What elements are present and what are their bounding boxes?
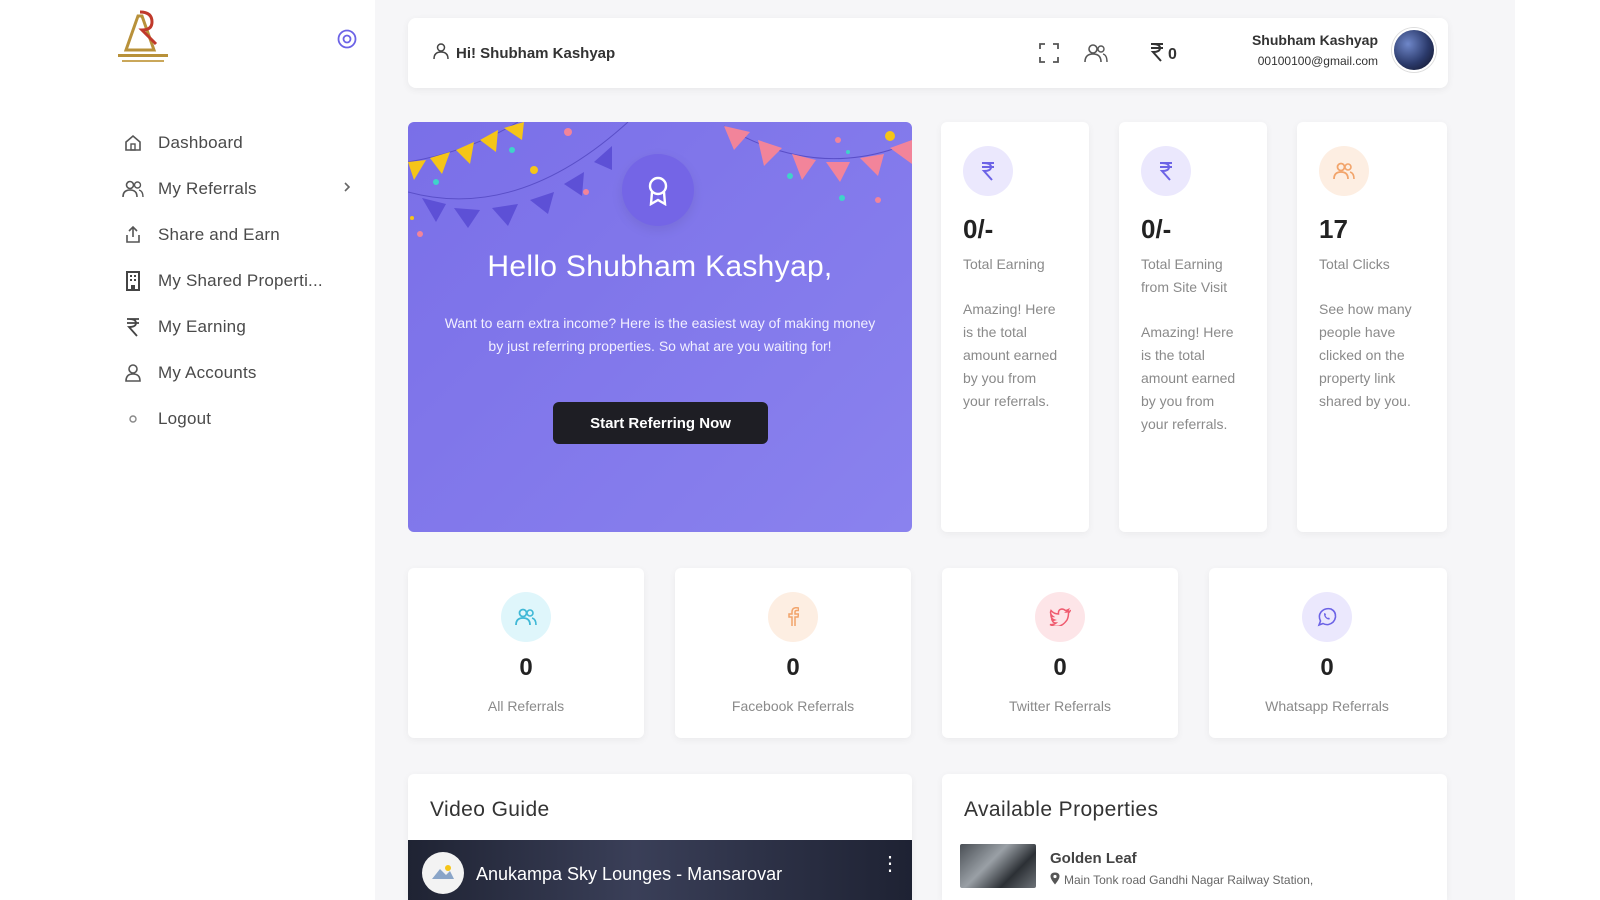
twitter-icon xyxy=(1035,592,1085,642)
greeting-text: Hi! Shubham Kashyap xyxy=(456,44,616,62)
sidebar-item-label: Share and Earn xyxy=(158,225,280,244)
right-margin xyxy=(1515,0,1600,900)
stat-title: Total Earning xyxy=(963,256,1045,272)
channel-avatar[interactable] xyxy=(422,852,464,894)
stat-description: Amazing! Here is the total amount earned… xyxy=(1141,324,1236,432)
rupee-icon xyxy=(1141,146,1191,196)
stat-title: Total Earning from Site Visit xyxy=(1141,256,1228,295)
sidebar-item-label: Logout xyxy=(158,409,212,428)
start-referring-button[interactable]: Start Referring Now xyxy=(553,402,768,444)
building-icon xyxy=(122,270,144,292)
company-logo[interactable] xyxy=(112,6,174,68)
whatsapp-icon xyxy=(1302,592,1352,642)
property-item[interactable]: Golden Leaf Main Tonk road Gandhi Nagar … xyxy=(960,844,1430,894)
sidebar-item-share-and-earn[interactable]: Share and Earn xyxy=(122,212,362,258)
stat-value: 0/- xyxy=(963,214,994,244)
stat-description: Amazing! Here is the total amount earned… xyxy=(963,301,1058,409)
sidebar-item-my-accounts[interactable]: My Accounts xyxy=(122,350,362,396)
stat-value: 17 xyxy=(1319,214,1348,244)
video-guide-panel: Video Guide Anukampa Sky Lounges - Mansa… xyxy=(408,774,912,900)
property-address: Main Tonk road Gandhi Nagar Railway Stat… xyxy=(1050,872,1313,888)
wallet-balance[interactable]: 0 xyxy=(1150,42,1177,67)
users-icon xyxy=(122,178,144,200)
sidebar-item-label: My Accounts xyxy=(158,363,257,382)
stat-title: Total Clicks xyxy=(1319,256,1390,272)
referral-card-all: 0 All Referrals xyxy=(408,568,644,738)
referral-label: Facebook Referrals xyxy=(731,698,855,714)
video-guide-title: Video Guide xyxy=(430,798,550,821)
sidebar-item-label: Dashboard xyxy=(158,133,243,152)
facebook-icon xyxy=(768,592,818,642)
rupee-icon xyxy=(122,316,144,338)
property-thumbnail xyxy=(960,844,1036,888)
stat-card-total-clicks: 17 Total Clicks See how many people have… xyxy=(1297,122,1447,532)
rupee-icon xyxy=(963,146,1013,196)
sidebar-item-my-earning[interactable]: My Earning xyxy=(122,304,362,350)
sidebar-item-label: My Referrals xyxy=(158,179,257,198)
property-address-text: Main Tonk road Gandhi Nagar Railway Stat… xyxy=(1064,873,1314,887)
more-options-icon[interactable]: ⋮ xyxy=(880,854,900,874)
top-header: Hi! Shubham Kashyap 0 Shubham Kashyap 00… xyxy=(408,18,1448,88)
referral-count: 0 xyxy=(1053,654,1067,681)
video-player[interactable]: Anukampa Sky Lounges - Mansarovar ⋮ xyxy=(408,840,912,900)
location-pin-icon xyxy=(1050,872,1060,888)
logout-icon xyxy=(122,408,144,430)
stat-description: See how many people have clicked on the … xyxy=(1319,301,1412,409)
settings-icon[interactable] xyxy=(336,28,358,50)
stat-card-total-earning: 0/- Total Earning Amazing! Here is the t… xyxy=(941,122,1089,532)
referral-label: Twitter Referrals xyxy=(1009,698,1111,714)
main-content: Hi! Shubham Kashyap 0 Shubham Kashyap 00… xyxy=(375,0,1515,900)
stat-value: 0/- xyxy=(1141,214,1172,244)
sidebar-nav: Dashboard My Referrals Share and Earn My… xyxy=(122,120,362,442)
available-properties-panel: Available Properties Golden Leaf Main To… xyxy=(942,774,1447,900)
hero-title: Hello Shubham Kashyap, xyxy=(487,250,833,283)
sidebar: Dashboard My Referrals Share and Earn My… xyxy=(0,0,375,900)
video-title[interactable]: Anukampa Sky Lounges - Mansarovar xyxy=(476,864,782,885)
chevron-right-icon xyxy=(342,180,352,199)
user-name: Shubham Kashyap xyxy=(1251,32,1378,48)
property-name: Golden Leaf xyxy=(1050,850,1137,867)
users-icon xyxy=(1319,146,1369,196)
referral-card-facebook: 0 Facebook Referrals xyxy=(675,568,911,738)
stat-card-site-visit-earning: 0/- Total Earning from Site Visit Amazin… xyxy=(1119,122,1267,532)
rupee-icon xyxy=(1150,42,1164,67)
header-greeting: Hi! Shubham Kashyap xyxy=(432,42,615,64)
referral-count: 0 xyxy=(519,654,533,681)
users-icon[interactable] xyxy=(1084,42,1108,69)
wallet-amount: 0 xyxy=(1168,45,1177,63)
referral-label: All Referrals xyxy=(487,698,565,714)
sidebar-item-dashboard[interactable]: Dashboard xyxy=(122,120,362,166)
user-email: 00100100@gmail.com xyxy=(1257,54,1378,68)
user-outline-icon xyxy=(432,42,450,64)
hero-text: Want to earn extra income? Here is the e… xyxy=(444,315,876,354)
sidebar-item-my-shared-properties[interactable]: My Shared Properti... xyxy=(122,258,362,304)
avatar[interactable] xyxy=(1392,28,1436,72)
share-icon xyxy=(122,224,144,246)
referral-card-twitter: 0 Twitter Referrals xyxy=(942,568,1178,738)
home-icon xyxy=(122,132,144,154)
welcome-banner: Hello Shubham Kashyap, Want to earn extr… xyxy=(408,122,912,532)
fullscreen-icon[interactable] xyxy=(1038,42,1060,69)
referral-count: 0 xyxy=(1320,654,1334,681)
sidebar-item-label: My Earning xyxy=(158,317,246,336)
sidebar-item-my-referrals[interactable]: My Referrals xyxy=(122,166,362,212)
sidebar-item-logout[interactable]: Logout xyxy=(122,396,362,442)
sidebar-item-label: My Shared Properti... xyxy=(158,271,323,290)
referral-label: Whatsapp Referrals xyxy=(1265,698,1389,714)
award-badge-icon xyxy=(622,154,694,226)
referral-card-whatsapp: 0 Whatsapp Referrals xyxy=(1209,568,1447,738)
users-icon xyxy=(501,592,551,642)
user-icon xyxy=(122,362,144,384)
available-properties-title: Available Properties xyxy=(964,798,1159,821)
referral-count: 0 xyxy=(786,654,800,681)
